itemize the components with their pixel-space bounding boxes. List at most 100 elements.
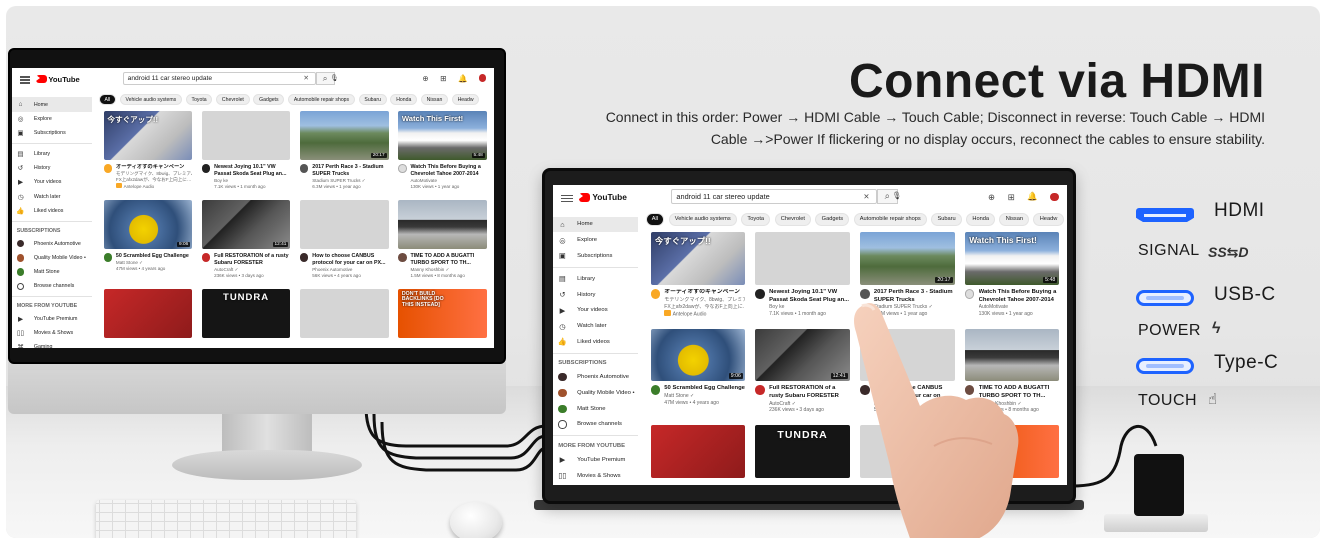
video-thumbnail[interactable] <box>103 288 193 339</box>
video-thumbnail[interactable] <box>398 199 487 250</box>
sidebar-item-browse-channels[interactable]: Browse channels <box>553 417 638 433</box>
sidebar-item-explore[interactable]: ◎ Explore <box>553 232 638 248</box>
channel-avatar[interactable] <box>398 164 407 173</box>
channel-avatar[interactable] <box>398 253 407 262</box>
chip-nissan[interactable]: Nissan <box>999 213 1030 226</box>
sidebar-item-movies-shows[interactable]: ▯▯ Movies & Shows <box>553 468 638 484</box>
create-video-icon[interactable]: ⊕ <box>988 192 995 202</box>
video-card[interactable]: 今すぐアップ!! オーディオすのキャンペーン モデリングマイク、8bwig、プレミア… <box>650 232 745 318</box>
channel-avatar[interactable] <box>201 253 211 262</box>
video-title[interactable]: How to choose CANBUS protocol for your c… <box>312 253 388 267</box>
channel-avatar[interactable] <box>755 385 765 395</box>
chip-chevrolet[interactable]: Chevrolet <box>216 93 250 106</box>
video-thumbnail[interactable]: TUNDRA <box>755 424 850 478</box>
video-thumbnail[interactable] <box>650 424 745 478</box>
video-title[interactable]: 50 Scrambled Egg Challenge <box>116 253 189 260</box>
video-card[interactable]: TUNDRA <box>755 424 850 478</box>
video-card[interactable]: DON'T BUILD BACKLINKS [DO THIS INSTEAD] <box>398 288 487 339</box>
video-card[interactable]: Watch This First! 5:48 Watch This Before B… <box>398 110 487 190</box>
clear-search-icon[interactable]: ✕ <box>303 74 309 82</box>
channel-avatar[interactable] <box>650 385 661 395</box>
video-thumbnail[interactable] <box>299 288 389 339</box>
sidebar-item-gaming[interactable]: ⌘Gaming <box>12 340 92 348</box>
video-title[interactable]: Watch This Before Buying a Chevrolet Tah… <box>410 164 486 178</box>
chip-all[interactable]: All <box>645 213 665 226</box>
apps-grid-icon[interactable]: ⊞ <box>1008 192 1015 202</box>
search-input[interactable]: android 11 car stereo update ✕ <box>671 189 877 204</box>
video-card[interactable]: 9:06 50 Scrambled Egg Challenge Matt Stone… <box>650 328 745 415</box>
notifications-bell-icon[interactable]: 🔔 <box>1027 191 1037 202</box>
chip-all[interactable]: All <box>98 93 116 106</box>
chip-vehicle-audio-systems[interactable]: Vehicle audio systems <box>668 213 737 226</box>
video-channel[interactable]: AutoCraft ✓ <box>769 401 850 408</box>
sidebar-item-youtube-premium[interactable]: ▶ YouTube Premium <box>553 452 638 468</box>
sidebar-item-liked-videos[interactable]: 👍 Liked videos <box>12 204 92 218</box>
notifications-bell-icon[interactable]: 🔔 <box>458 74 467 83</box>
video-thumbnail[interactable]: DON'T BUILD BACKLINKS [DO THIS INSTEAD] <box>398 288 487 339</box>
sidebar-item-gaming[interactable]: ⌘Gaming <box>553 483 638 485</box>
channel-avatar[interactable] <box>103 164 113 173</box>
video-thumbnail[interactable]: 12:41 <box>201 199 291 250</box>
channel-avatar[interactable] <box>299 253 309 262</box>
video-title[interactable]: Full RESTORATION of a rusty Subaru FORES… <box>769 385 850 400</box>
chip-gadgets[interactable]: Gadgets <box>253 93 285 106</box>
chip-nissan[interactable]: Nissan <box>420 93 449 106</box>
sidebar-item-history[interactable]: ↺ History <box>553 287 638 303</box>
video-card[interactable]: 今すぐアップ!! オーディオすのキャンペーン モデリングマイク、8bwig、プレミア… <box>103 110 193 190</box>
sidebar-item-home[interactable]: ⌂ Home <box>553 216 638 233</box>
video-title[interactable]: 2017 Perth Race 3 - Stadium SUPER Trucks <box>312 164 388 178</box>
sidebar-item-history[interactable]: ↺ History <box>12 161 92 175</box>
chip-toyota[interactable]: Toyota <box>741 213 771 226</box>
video-thumbnail[interactable]: 20:17 <box>299 110 389 161</box>
sidebar-item-home[interactable]: ⌂ Home <box>12 97 92 112</box>
channel-avatar[interactable] <box>755 289 765 299</box>
microphone-icon[interactable]: 🎙 <box>330 74 338 82</box>
video-card[interactable] <box>650 424 745 478</box>
sidebar-item-youtube-premium[interactable]: ▶ YouTube Premium <box>12 312 92 326</box>
sidebar-item-matt-stone[interactable]: Matt Stone <box>12 265 92 279</box>
chip-toyota[interactable]: Toyota <box>185 93 213 106</box>
sidebar-item-watch-later[interactable]: ◷ Watch later <box>12 190 92 204</box>
sidebar-item-phoenix-automotive[interactable]: Phoenix Automotive <box>553 369 638 385</box>
video-card[interactable]: Newest Joying 10.1" VW Passat Skoda Seat… <box>755 232 850 318</box>
apps-grid-icon[interactable]: ⊞ <box>440 74 446 83</box>
hamburger-menu-icon[interactable] <box>19 79 31 81</box>
video-card[interactable]: 20:17 2017 Perth Race 3 - Stadium SUPER T… <box>299 110 389 190</box>
video-card[interactable]: TIME TO ADD A BUGATTI TURBO SPORT TO TH.… <box>398 199 487 279</box>
video-card[interactable]: 12:41 Full RESTORATION of a rusty Subaru … <box>755 328 850 415</box>
chip-honda[interactable]: Honda <box>390 93 418 106</box>
video-title[interactable]: Newest Joying 10.1" VW Passat Skoda Seat… <box>769 289 850 304</box>
video-thumbnail[interactable]: Watch This First! 5:48 <box>965 232 1060 286</box>
chip-subaru[interactable]: Subaru <box>931 213 962 226</box>
video-thumbnail[interactable]: 20:17 <box>860 232 955 286</box>
sidebar-item-phoenix-automotive[interactable]: Phoenix Automotive <box>12 236 92 250</box>
sidebar-item-your-videos[interactable]: ▶ Your videos <box>553 303 638 319</box>
search-input[interactable]: android 11 car stereo update ✕ <box>122 71 316 86</box>
sidebar-item-subscriptions[interactable]: ▣ Subscriptions <box>12 126 92 140</box>
youtube-logo[interactable]: YouTube <box>578 192 627 202</box>
sidebar-item-watch-later[interactable]: ◷ Watch later <box>553 318 638 334</box>
video-thumbnail[interactable]: 今すぐアップ!! <box>650 232 745 286</box>
account-avatar[interactable] <box>478 74 487 82</box>
video-thumbnail[interactable]: 9:06 <box>103 199 193 250</box>
sidebar-item-browse-channels[interactable]: Browse channels <box>12 279 92 293</box>
video-thumbnail[interactable]: TUNDRA <box>201 288 291 339</box>
youtube-logo[interactable]: YouTube <box>36 75 80 84</box>
chip-gadgets[interactable]: Gadgets <box>815 213 850 226</box>
sidebar-item-matt-stone[interactable]: Matt Stone <box>553 401 638 417</box>
hamburger-menu-icon[interactable] <box>561 197 573 200</box>
video-card[interactable] <box>299 288 389 339</box>
sidebar-item-library[interactable]: ▤ Library <box>553 271 638 287</box>
chip-subaru[interactable]: Subaru <box>358 93 387 106</box>
video-thumbnail[interactable]: 9:06 <box>650 328 745 382</box>
clear-search-icon[interactable]: ✕ <box>863 192 869 201</box>
video-thumbnail[interactable]: 12:41 <box>755 328 850 382</box>
sidebar-item-movies-shows[interactable]: ▯▯ Movies & Shows <box>12 326 92 340</box>
channel-avatar[interactable] <box>650 289 661 299</box>
video-channel[interactable]: Boy ke <box>769 304 850 311</box>
chip-automobile-repair-shops[interactable]: Automobile repair shops <box>288 93 355 106</box>
microphone-icon[interactable]: 🎙 <box>892 191 901 200</box>
video-channel[interactable]: Matt Stone ✓ <box>664 393 745 400</box>
create-video-icon[interactable]: ⊕ <box>422 74 428 83</box>
sidebar-item-quality-mobile-video[interactable]: Quality Mobile Video • <box>553 385 638 401</box>
